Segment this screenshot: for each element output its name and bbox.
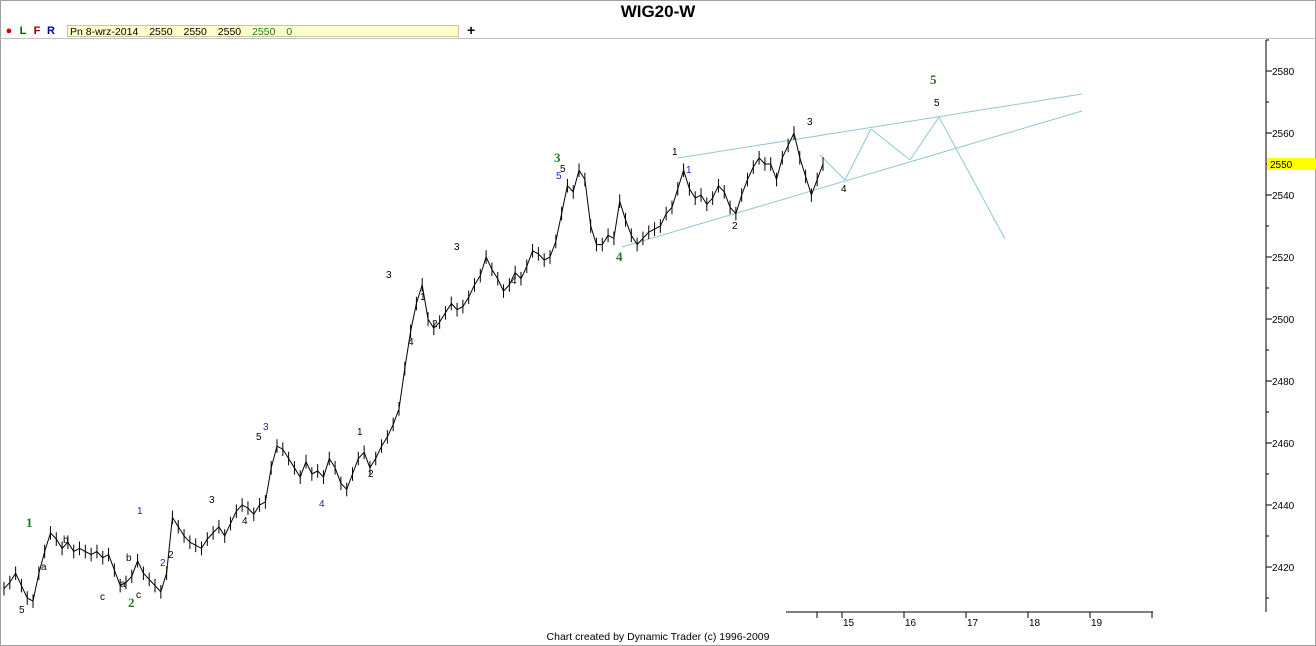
minor-wave-label: 5 (256, 432, 262, 443)
minor-wave-label: c (100, 592, 105, 603)
projection-line (844, 128, 872, 181)
y-tick-label: 2520 (1272, 253, 1295, 264)
minor-wave-label: 1 (672, 147, 678, 158)
y-tick-label: 2420 (1272, 563, 1295, 574)
y-tick-label: 2560 (1272, 129, 1295, 140)
minor-wave-label: 2 (368, 469, 374, 480)
intermediate-wave-label: 2 (160, 558, 166, 569)
minor-wave-label: b (126, 553, 132, 564)
minor-wave-label: 4 (841, 184, 847, 195)
x-tick-label: 16 (905, 618, 917, 629)
projection-line (870, 128, 911, 161)
minor-wave-label: 5 (934, 98, 940, 109)
projection-line (938, 116, 1006, 240)
primary-wave-label: 2 (128, 595, 135, 610)
minor-wave-label: a (120, 579, 126, 590)
intermediate-wave-label: 4 (319, 499, 325, 510)
minor-wave-label: 1 (357, 427, 363, 438)
projection-line (621, 110, 1083, 248)
primary-wave-label: 5 (930, 72, 937, 87)
minor-wave-label: 3 (209, 495, 215, 506)
minor-wave-label: a (41, 562, 47, 573)
intermediate-wave-label: 1 (137, 506, 143, 517)
minor-wave-label: 4 (242, 516, 248, 527)
primary-wave-label: 1 (26, 515, 33, 530)
x-tick-label: 19 (1091, 618, 1103, 629)
minor-wave-label: 2 (732, 221, 738, 232)
primary-wave-label: 4 (616, 249, 623, 264)
minor-wave-label: b (63, 535, 69, 546)
projection-line (819, 154, 846, 181)
minor-wave-label: 5 (19, 605, 25, 616)
minor-wave-label: 3 (807, 117, 813, 128)
intermediate-wave-label: 3 (263, 422, 269, 433)
y-tick-label: 2480 (1272, 377, 1295, 388)
y-tick-label: 2500 (1272, 315, 1295, 326)
x-tick-label: 15 (843, 618, 855, 629)
x-tick-label: 18 (1029, 618, 1041, 629)
projection-line (677, 93, 1083, 159)
minor-wave-label: 3 (454, 242, 460, 253)
minor-wave-label: c (136, 590, 141, 601)
y-tick-label: 2440 (1272, 501, 1295, 512)
minor-wave-label: 5 (560, 164, 566, 175)
y-tick-label: 2580 (1272, 67, 1295, 78)
y-tick-label: 2540 (1272, 191, 1295, 202)
price-chart: 242024402460248025002520254025602580 15 1… (3, 39, 1316, 629)
x-tick-label: 17 (967, 618, 979, 629)
chart-footer: Chart created by Dynamic Trader (c) 1996… (546, 631, 770, 643)
minor-wave-label: 4 (511, 276, 517, 287)
projection-line (909, 116, 940, 161)
primary-wave-label: 3 (554, 150, 561, 165)
minor-wave-label: 4 (408, 337, 414, 348)
minor-wave-label: 3 (386, 270, 392, 281)
price-line (3, 131, 824, 602)
intermediate-wave-label: 1 (686, 165, 692, 176)
minor-wave-label: 2 (168, 550, 174, 561)
minor-wave-label: 1 (420, 292, 426, 303)
last-price-label: 2550 (1270, 160, 1293, 171)
y-tick-label: 2460 (1272, 439, 1295, 450)
minor-wave-label: 2 (432, 319, 438, 330)
